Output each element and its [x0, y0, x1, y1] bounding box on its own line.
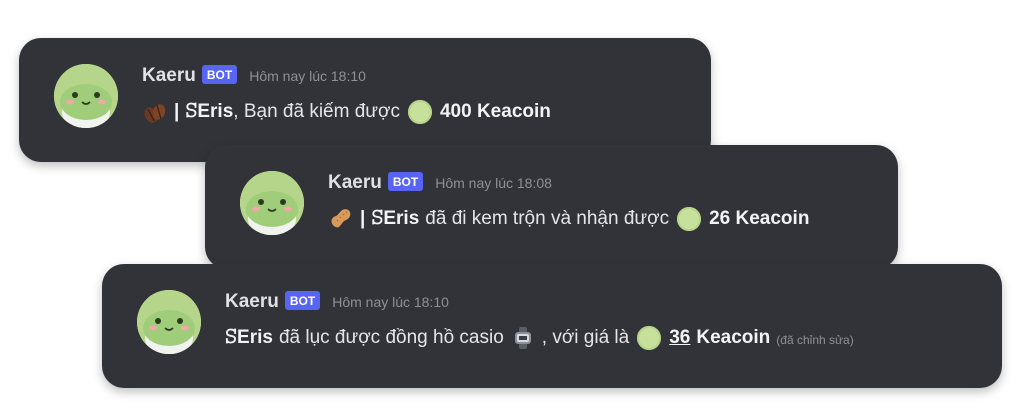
username[interactable]: Kaeru — [225, 291, 279, 313]
message-header: Kaeru BOT Hôm nay lúc 18:10 — [225, 289, 986, 315]
message-content: | ꕶEris đã đi kem trộn và nhận được 26 K… — [328, 206, 882, 232]
coffee-beans-icon — [144, 104, 166, 123]
avatar[interactable] — [137, 290, 201, 354]
message-body: Kaeru BOT Hôm nay lúc 18:10 ꕶEris đã lục… — [225, 289, 986, 351]
message-header: Kaeru BOT Hôm nay lúc 18:10 — [142, 63, 695, 89]
user-mention[interactable]: ꕶEris — [185, 101, 233, 123]
username[interactable]: Kaeru — [142, 65, 196, 87]
frog-avatar-icon — [240, 171, 304, 235]
message-card-3: Kaeru BOT Hôm nay lúc 18:10 ꕶEris đã lục… — [102, 264, 1002, 388]
message-text: , Bạn đã kiếm được — [233, 101, 400, 122]
screenshot-stage: Kaeru BOT Hôm nay lúc 18:10 | ꕶEris , Bạ… — [0, 0, 1034, 412]
keacoin-icon — [407, 100, 432, 124]
timestamp[interactable]: Hôm nay lúc 18:10 — [249, 68, 366, 84]
keacoin-icon — [637, 326, 662, 350]
timestamp[interactable]: Hôm nay lúc 18:08 — [435, 175, 552, 191]
keacoin-icon — [677, 207, 702, 231]
message-body: Kaeru BOT Hôm nay lúc 18:08 | ꕶEris đã đ… — [328, 170, 882, 232]
timestamp[interactable]: Hôm nay lúc 18:10 — [332, 294, 449, 310]
bot-badge: BOT — [387, 171, 424, 191]
message-content: ꕶEris đã lục được đồng hồ casio , với gi… — [225, 325, 986, 351]
coin-amount-link[interactable]: 36 — [669, 327, 690, 349]
bot-badge: BOT — [201, 64, 238, 84]
coin-amount: 400 Keacoin — [439, 101, 551, 122]
message-text-2: , với giá là — [541, 327, 630, 348]
bot-badge: BOT — [284, 290, 321, 310]
username[interactable]: Kaeru — [328, 172, 382, 194]
separator: | — [174, 101, 180, 122]
message-header: Kaeru BOT Hôm nay lúc 18:08 — [328, 170, 882, 196]
avatar[interactable] — [240, 171, 304, 235]
coin-amount: 26 Keacoin — [709, 208, 810, 229]
message-card-2: Kaeru BOT Hôm nay lúc 18:08 | ꕶEris đã đ… — [205, 145, 898, 269]
user-mention[interactable]: ꕶEris — [225, 327, 273, 349]
message-content: | ꕶEris , Bạn đã kiếm được 400 Keacoin — [142, 99, 695, 125]
message-text: đã đi kem trộn và nhận được — [425, 208, 670, 229]
user-mention[interactable]: ꕶEris — [371, 208, 419, 230]
peanut-icon — [331, 209, 351, 228]
separator: | — [360, 208, 366, 229]
message-text: đã lục được đồng hồ casio — [278, 327, 504, 348]
avatar[interactable] — [54, 64, 118, 128]
message-body: Kaeru BOT Hôm nay lúc 18:10 | ꕶEris , Bạ… — [142, 63, 695, 125]
message-card-1: Kaeru BOT Hôm nay lúc 18:10 | ꕶEris , Bạ… — [19, 38, 711, 162]
wristwatch-icon — [514, 327, 531, 349]
coin-unit: Keacoin — [696, 327, 771, 348]
frog-avatar-icon — [137, 290, 201, 354]
frog-avatar-icon — [54, 64, 118, 128]
edited-label: (đã chỉnh sửa) — [776, 333, 854, 347]
